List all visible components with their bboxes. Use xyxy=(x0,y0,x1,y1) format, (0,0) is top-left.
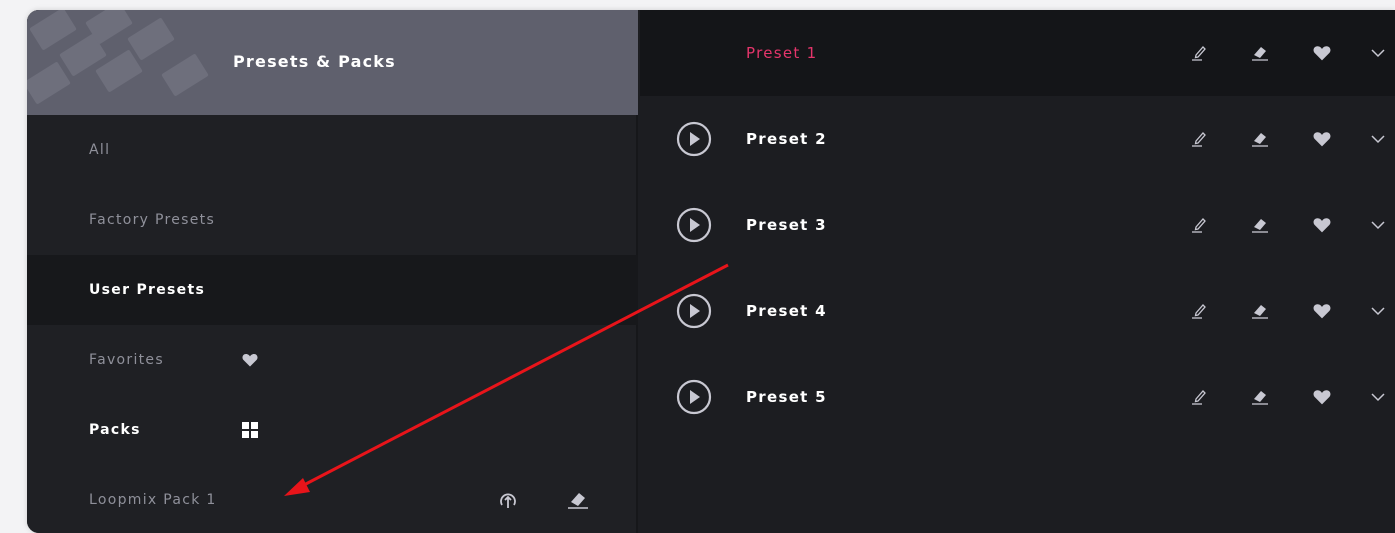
sidebar-item-label: Loopmix Pack 1 xyxy=(89,492,217,508)
eraser-icon[interactable] xyxy=(1250,129,1270,149)
play-circle-icon[interactable] xyxy=(674,377,714,417)
header-decoration xyxy=(29,10,77,51)
sidebar-item-label: Favorites xyxy=(89,352,164,368)
sidebar-title: Presets & Packs xyxy=(233,52,396,71)
chevron-down-icon[interactable] xyxy=(1368,301,1388,321)
preset-row[interactable]: Preset 4 xyxy=(640,268,1395,354)
sidebar-item-label: Factory Presets xyxy=(89,212,216,228)
sidebar-item-loopmix-pack-1[interactable]: Loopmix Pack 1 xyxy=(27,465,638,533)
upload-icon[interactable] xyxy=(497,489,519,511)
sidebar-item-label: All xyxy=(89,142,111,158)
header-decoration xyxy=(127,17,175,61)
heart-icon[interactable] xyxy=(1312,215,1332,235)
chevron-down-icon[interactable] xyxy=(1368,387,1388,407)
eraser-icon[interactable] xyxy=(1250,301,1270,321)
preset-name: Preset 1 xyxy=(746,44,818,62)
eraser-icon[interactable] xyxy=(1250,43,1270,63)
heart-icon[interactable] xyxy=(1312,43,1332,63)
sidebar-item-all[interactable]: All xyxy=(27,115,638,185)
heart-icon[interactable] xyxy=(1312,129,1332,149)
preset-name: Preset 3 xyxy=(746,216,827,234)
preset-row[interactable]: Preset 2 xyxy=(640,96,1395,182)
pencil-icon[interactable] xyxy=(1190,301,1210,321)
preset-name: Preset 4 xyxy=(746,302,827,320)
heart-icon xyxy=(241,352,259,368)
sidebar-item-user-presets[interactable]: User Presets xyxy=(27,255,638,325)
play-circle-icon[interactable] xyxy=(674,291,714,331)
sidebar: Presets & Packs All Factory Presets User… xyxy=(27,10,638,533)
play-circle-icon[interactable] xyxy=(674,205,714,245)
eraser-icon[interactable] xyxy=(1250,387,1270,407)
heart-icon[interactable] xyxy=(1312,387,1332,407)
heart-icon[interactable] xyxy=(1312,301,1332,321)
chevron-down-icon[interactable] xyxy=(1368,129,1388,149)
preset-row[interactable]: Preset 5 xyxy=(640,354,1395,440)
preset-name: Preset 2 xyxy=(746,130,827,148)
preset-list: Preset 1 Preset 2 Preset 3 Preset 4 Pres… xyxy=(640,10,1395,533)
pencil-icon[interactable] xyxy=(1190,43,1210,63)
pencil-icon[interactable] xyxy=(1190,215,1210,235)
eraser-icon[interactable] xyxy=(565,489,591,511)
preset-row[interactable]: Preset 1 xyxy=(640,10,1395,96)
chevron-down-icon[interactable] xyxy=(1368,215,1388,235)
preset-row[interactable]: Preset 3 xyxy=(640,182,1395,268)
header-decoration xyxy=(27,61,71,105)
header-decoration xyxy=(161,53,209,97)
eraser-icon[interactable] xyxy=(1250,215,1270,235)
pencil-icon[interactable] xyxy=(1190,387,1210,407)
sidebar-item-factory-presets[interactable]: Factory Presets xyxy=(27,185,638,255)
preset-browser-window: Presets & Packs All Factory Presets User… xyxy=(27,10,1395,533)
sidebar-item-packs[interactable]: Packs xyxy=(27,395,638,465)
play-circle-icon[interactable] xyxy=(674,119,714,159)
sidebar-item-favorites[interactable]: Favorites xyxy=(27,325,638,395)
sidebar-header: Presets & Packs xyxy=(27,10,638,115)
sidebar-item-label: Packs xyxy=(89,422,141,438)
pencil-icon[interactable] xyxy=(1190,129,1210,149)
preset-name: Preset 5 xyxy=(746,388,827,406)
grid-icon xyxy=(241,421,259,439)
sidebar-item-label: User Presets xyxy=(89,282,206,298)
chevron-down-icon[interactable] xyxy=(1368,43,1388,63)
